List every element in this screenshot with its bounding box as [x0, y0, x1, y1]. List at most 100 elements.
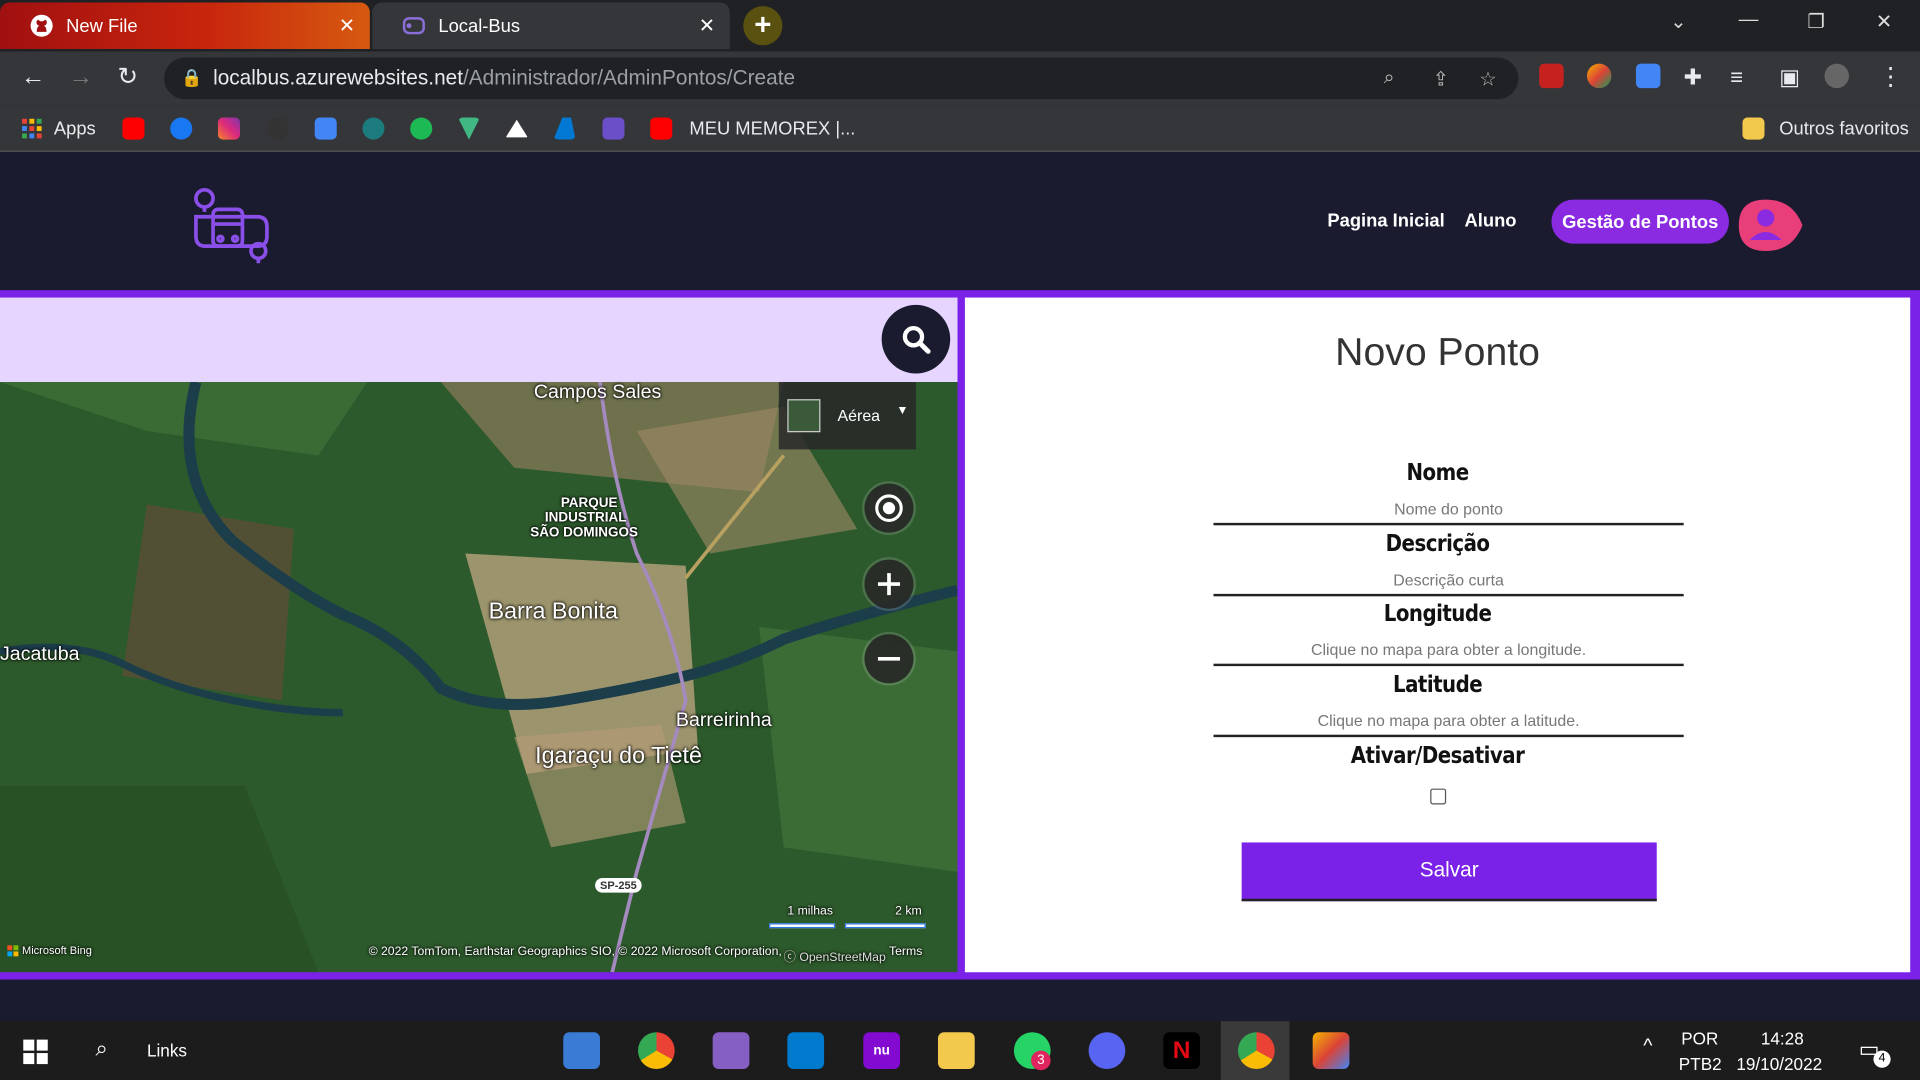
- menu-icon[interactable]: ⋮: [1878, 64, 1902, 91]
- vercel-icon[interactable]: [505, 116, 528, 140]
- language-code[interactable]: POR: [1681, 1029, 1718, 1049]
- nav-aluno[interactable]: Aluno: [1465, 211, 1517, 232]
- descricao-label: Descrição: [1385, 530, 1490, 558]
- bookmarks-bar: Apps MEU MEMOREX |... Outros favoritos: [0, 105, 1920, 152]
- salvar-button[interactable]: Salvar: [1241, 842, 1657, 902]
- vscode-icon[interactable]: [787, 1032, 825, 1069]
- chevron-down-icon: ▼: [896, 404, 909, 418]
- search-icon[interactable]: ⌕: [96, 1036, 108, 1062]
- map-type-selector[interactable]: Aérea ▼: [778, 382, 916, 450]
- profile-avatar[interactable]: [1824, 63, 1849, 89]
- vue-icon[interactable]: [457, 116, 481, 140]
- page-footer-band: [0, 979, 1920, 1022]
- clock-date[interactable]: 19/10/2022: [1736, 1054, 1822, 1074]
- chrome-icon[interactable]: [637, 1032, 675, 1069]
- forward-icon[interactable]: →: [69, 64, 93, 91]
- star-icon[interactable]: ☆: [1479, 67, 1497, 91]
- ativar-checkbox[interactable]: [1430, 788, 1447, 805]
- osm-link[interactable]: ⓒ OpenStreetMap: [784, 947, 886, 964]
- paint-icon[interactable]: [1312, 1032, 1350, 1069]
- zoom-out-button[interactable]: [864, 634, 914, 684]
- windows-start-icon[interactable]: [23, 1039, 48, 1065]
- search-icon: [902, 326, 931, 354]
- apps-grid-icon: [22, 118, 42, 139]
- search-button[interactable]: [881, 304, 951, 374]
- main-content: Campos Sales PARQUE INDUSTRIAL SÃO DOMIN…: [0, 290, 1920, 980]
- keyboard-layout[interactable]: PTB2: [1679, 1054, 1722, 1074]
- tab-new-file[interactable]: New File ✕: [0, 2, 370, 49]
- google-translate-icon[interactable]: [314, 116, 337, 140]
- microsoft-icon: [7, 944, 19, 956]
- chrome-active-icon[interactable]: [1237, 1032, 1275, 1069]
- chevron-down-icon[interactable]: ⌄: [1670, 10, 1686, 34]
- novo-ponto-form: Novo Ponto Nome Descrição Longitude Lati…: [964, 297, 1911, 973]
- localbus-logo[interactable]: [189, 182, 275, 265]
- bookmark-outros-favoritos[interactable]: Outros favoritos: [1742, 116, 1909, 140]
- netflix-icon[interactable]: N: [1163, 1032, 1201, 1069]
- new-tab-button[interactable]: +: [743, 6, 783, 46]
- control-panel-icon[interactable]: [563, 1032, 601, 1069]
- terms-link[interactable]: Terms: [889, 945, 922, 958]
- github-bookmark-icon[interactable]: [266, 116, 289, 140]
- instagram-icon[interactable]: [217, 116, 241, 140]
- file-explorer-icon[interactable]: [937, 1032, 975, 1069]
- translate-extension-icon[interactable]: [1635, 63, 1661, 89]
- tab-local-bus[interactable]: Local-Bus ✕: [372, 2, 730, 49]
- road-shield: SP-255: [595, 877, 642, 893]
- bookmark-memorex[interactable]: MEU MEMOREX |...: [650, 116, 855, 140]
- youtube-icon[interactable]: [122, 116, 145, 140]
- nav-gestao-de-pontos[interactable]: Gestão de Pontos: [1551, 199, 1729, 244]
- clock-time[interactable]: 14:28: [1761, 1029, 1804, 1049]
- restore-icon[interactable]: ❐: [1807, 10, 1825, 34]
- browser-toolbar: ← → ↻ 🔒 localbus.azurewebsites.net/Admin…: [0, 51, 1920, 106]
- facebook-icon[interactable]: [170, 116, 193, 140]
- place-label: Campos Sales: [533, 382, 662, 403]
- localbus-icon: [402, 13, 426, 37]
- chevron-up-icon[interactable]: ^: [1643, 1036, 1652, 1058]
- udemy-icon[interactable]: [362, 116, 385, 140]
- share-icon[interactable]: ⇪: [1433, 67, 1449, 91]
- nav-pagina-inicial[interactable]: Pagina Inicial: [1327, 211, 1444, 232]
- taskbar-search-label[interactable]: Links: [147, 1041, 187, 1061]
- page-title: Novo Ponto: [1335, 329, 1540, 374]
- azure-icon[interactable]: [553, 116, 576, 140]
- discord-icon[interactable]: [1088, 1032, 1126, 1069]
- map-canvas[interactable]: Campos Sales PARQUE INDUSTRIAL SÃO DOMIN…: [0, 382, 958, 973]
- notification-badge: 4: [1873, 1050, 1891, 1068]
- visual-studio-icon[interactable]: [712, 1032, 750, 1069]
- localbus-bookmark-icon[interactable]: [602, 116, 625, 140]
- place-label: INDUSTRIAL: [544, 510, 627, 526]
- locate-icon: [875, 494, 903, 522]
- place-label: Igaraçu do Tietê: [535, 743, 702, 769]
- extensions-icon[interactable]: ✚: [1684, 64, 1702, 91]
- descricao-input[interactable]: [1213, 564, 1684, 597]
- gmail-extension-icon[interactable]: [1539, 63, 1564, 89]
- back-icon[interactable]: ←: [21, 64, 45, 91]
- close-icon[interactable]: ✕: [339, 13, 355, 37]
- site-header: Pagina Inicial Aluno Gestão de Pontos: [0, 153, 1920, 291]
- reload-icon[interactable]: ↻: [118, 64, 139, 91]
- aerial-icon: [787, 399, 821, 433]
- colorpick-extension-icon[interactable]: [1586, 63, 1612, 89]
- locate-me-button[interactable]: [864, 483, 914, 533]
- sidepanel-icon[interactable]: ▣: [1779, 64, 1800, 91]
- latitude-input[interactable]: [1213, 705, 1684, 738]
- place-label: SÃO DOMINGOS: [530, 525, 638, 541]
- minimize-icon[interactable]: —: [1739, 10, 1759, 32]
- close-icon[interactable]: ✕: [699, 13, 715, 37]
- address-bar[interactable]: 🔒 localbus.azurewebsites.net/Administrad…: [164, 57, 1519, 100]
- map-search-bar[interactable]: [0, 297, 958, 383]
- place-label: Barreirinha: [675, 710, 772, 732]
- bookmark-apps[interactable]: Apps: [22, 116, 96, 140]
- satellite-imagery: [0, 382, 958, 973]
- zoom-icon[interactable]: ⌕: [1384, 67, 1395, 89]
- play-icon[interactable]: [410, 116, 433, 140]
- zoom-in-button[interactable]: [864, 559, 914, 609]
- folder-icon: [1742, 117, 1765, 140]
- nome-input[interactable]: [1213, 493, 1684, 526]
- media-icon[interactable]: ≡: [1730, 64, 1743, 91]
- avatar[interactable]: [1736, 197, 1805, 253]
- longitude-input[interactable]: [1213, 634, 1684, 667]
- nu-invest-icon[interactable]: nu: [863, 1032, 901, 1069]
- close-window-icon[interactable]: ✕: [1876, 10, 1892, 34]
